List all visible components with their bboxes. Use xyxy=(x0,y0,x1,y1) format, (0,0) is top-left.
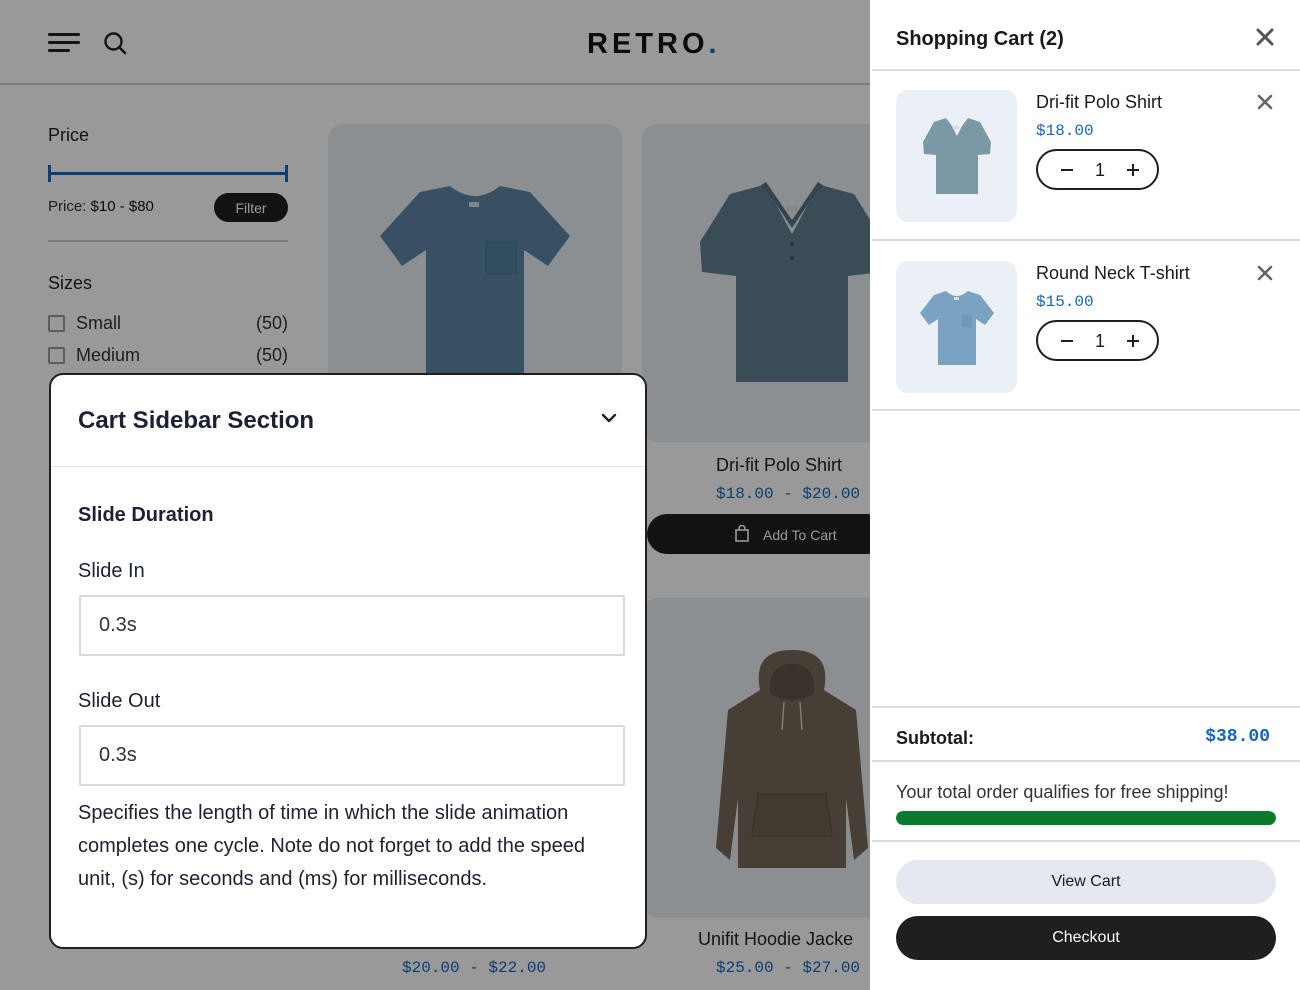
subtotal-value: $38.00 xyxy=(1205,727,1270,747)
cart-divider xyxy=(872,69,1300,71)
cart-drawer: Shopping Cart (2) Dri-fit Polo Shirt $18… xyxy=(870,0,1300,990)
cart-item-name[interactable]: Dri-fit Polo Shirt xyxy=(1036,92,1162,113)
cart-item-price: $15.00 xyxy=(1036,293,1094,311)
remove-item-icon[interactable] xyxy=(1257,94,1273,110)
subtotal-label: Subtotal: xyxy=(896,728,974,748)
chevron-down-icon[interactable] xyxy=(599,411,619,425)
cart-divider xyxy=(872,840,1300,842)
decrease-quantity-button[interactable] xyxy=(1052,322,1082,359)
cart-divider xyxy=(872,706,1300,708)
decrease-quantity-button[interactable] xyxy=(1052,151,1082,188)
free-shipping-progress xyxy=(896,811,1276,825)
quantity-value: 1 xyxy=(1094,160,1105,180)
group-title: Slide Duration xyxy=(78,504,214,526)
slide-in-label: Slide In xyxy=(78,560,145,582)
increase-quantity-button[interactable] xyxy=(1118,151,1148,188)
remove-item-icon[interactable] xyxy=(1257,265,1273,281)
section-divider xyxy=(51,466,645,467)
cart-title: Shopping Cart (2) xyxy=(896,28,1064,50)
section-title[interactable]: Cart Sidebar Section xyxy=(78,407,314,435)
cart-item-name[interactable]: Round Neck T-shirt xyxy=(1036,263,1190,284)
cart-item-image[interactable] xyxy=(896,261,1017,393)
cart-item: Dri-fit Polo Shirt $18.00 1 xyxy=(870,90,1300,240)
tshirt-thumbnail xyxy=(920,291,994,365)
cart-divider xyxy=(872,409,1300,411)
cart-item-image[interactable] xyxy=(896,90,1017,222)
cart-item: Round Neck T-shirt $15.00 1 xyxy=(870,261,1300,411)
slide-in-input[interactable] xyxy=(79,595,625,656)
increase-quantity-button[interactable] xyxy=(1118,322,1148,359)
help-text: Specifies the length of time in which th… xyxy=(78,802,585,890)
quantity-value: 1 xyxy=(1094,331,1105,351)
close-icon[interactable] xyxy=(1255,27,1275,47)
cart-divider xyxy=(872,760,1300,762)
slide-out-label: Slide Out xyxy=(78,690,161,712)
cart-item-price: $18.00 xyxy=(1036,122,1094,140)
polo-shirt-thumbnail xyxy=(923,118,991,194)
quantity-stepper: 1 xyxy=(1036,320,1159,361)
slide-out-input[interactable] xyxy=(79,725,625,786)
progress-fill xyxy=(896,811,1276,825)
free-shipping-message: Your total order qualifies for free ship… xyxy=(896,782,1229,802)
cart-divider xyxy=(872,239,1300,241)
cart-sidebar-settings-panel: Cart Sidebar Section Slide Duration Slid… xyxy=(49,373,647,949)
view-cart-button[interactable]: View Cart xyxy=(896,860,1276,904)
quantity-stepper: 1 xyxy=(1036,149,1159,190)
checkout-button[interactable]: Checkout xyxy=(896,916,1276,960)
